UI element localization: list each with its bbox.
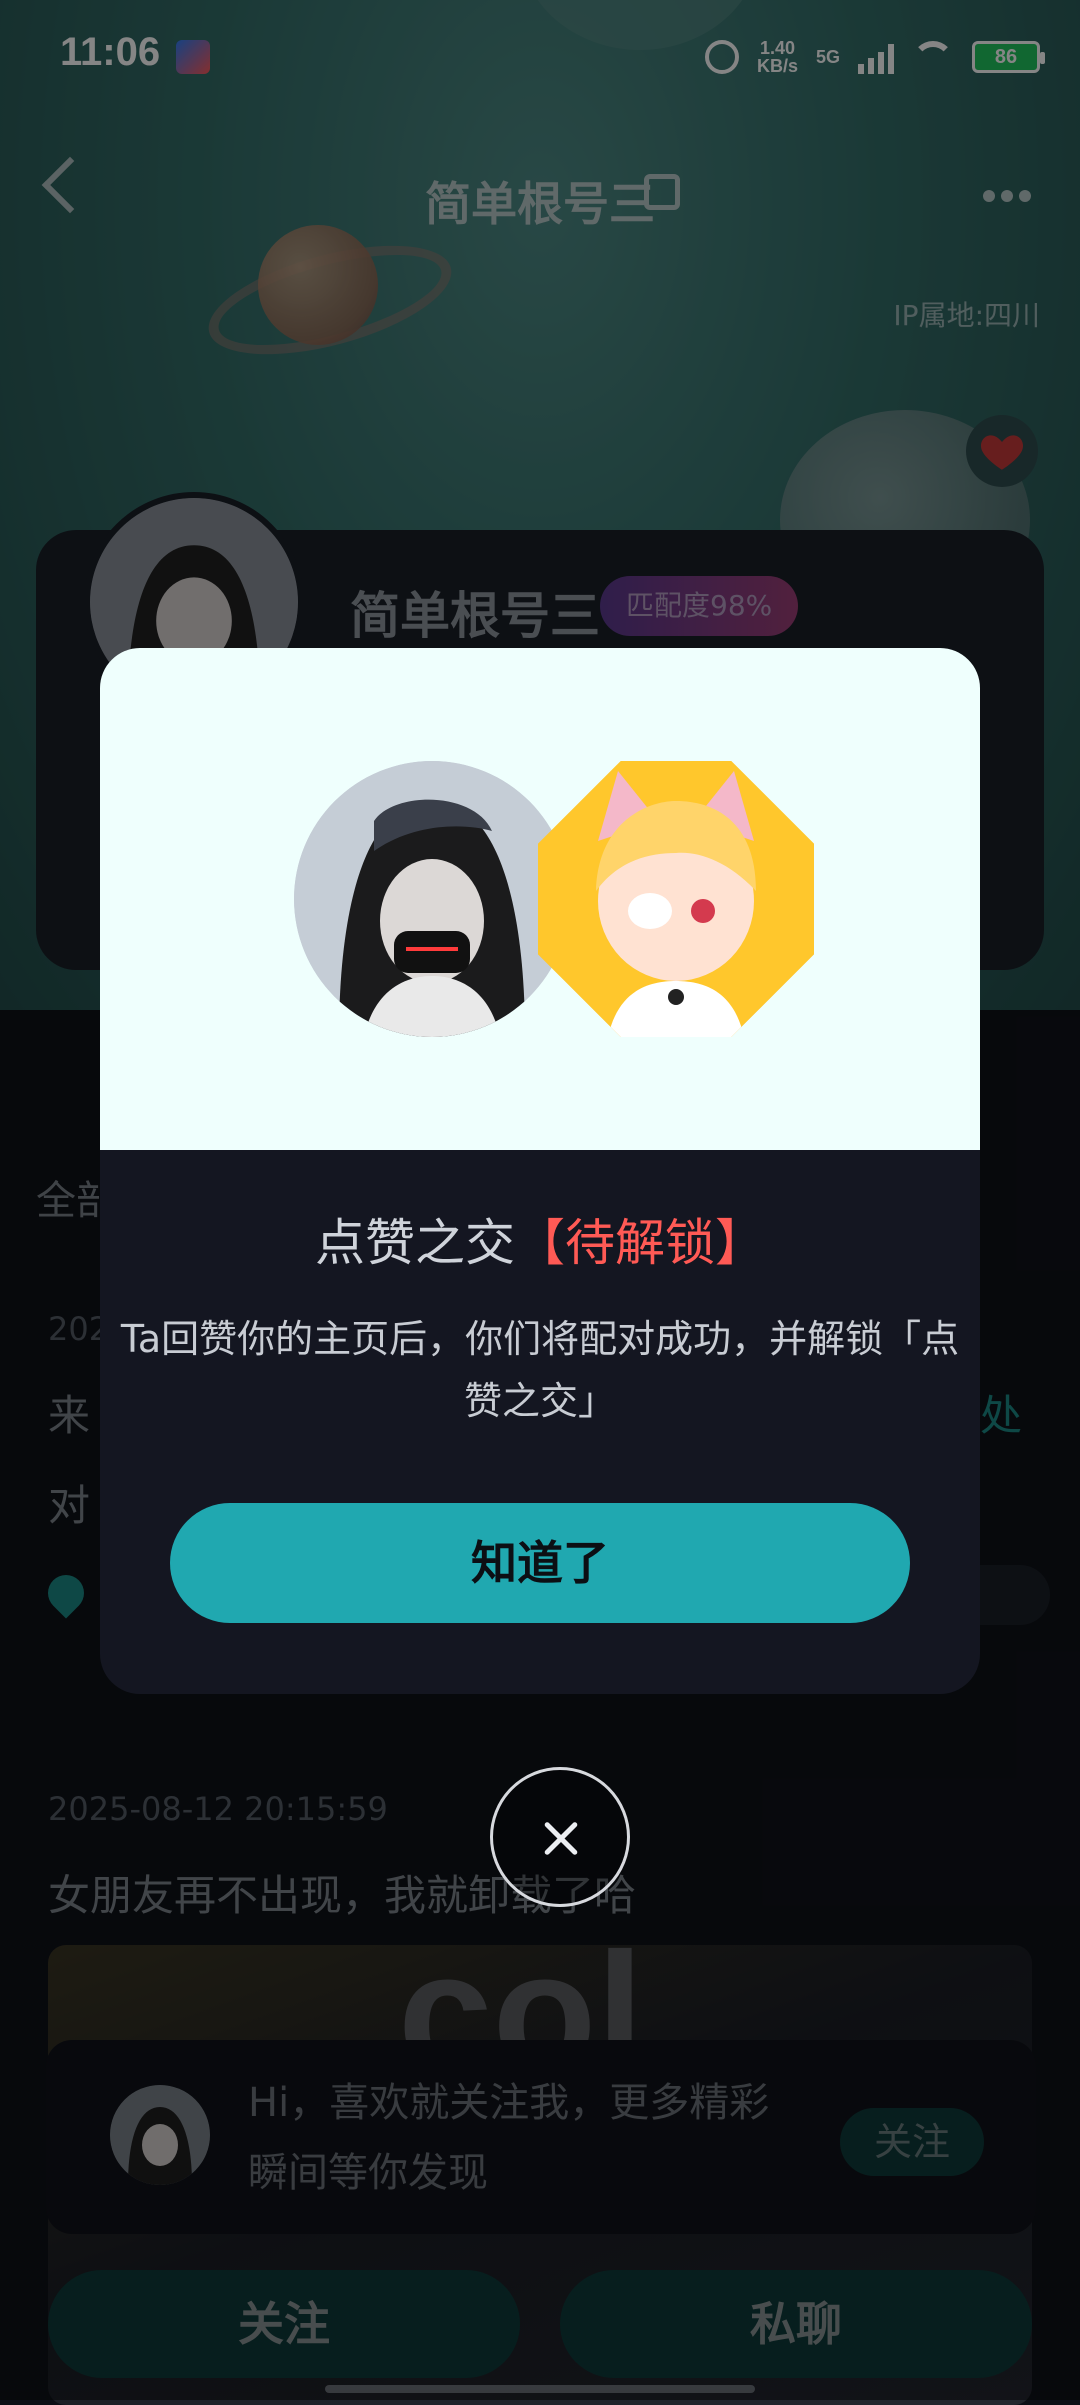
partner-avatar [538, 761, 814, 1037]
locked-status: 【待解锁】 [515, 1214, 765, 1272]
close-icon[interactable] [490, 1767, 630, 1907]
my-avatar [294, 761, 570, 1037]
dialog-description: Ta回赞你的主页后，你们将配对成功，并解锁「点赞之交」 [120, 1317, 960, 1423]
dialog-header [100, 648, 980, 1150]
got-it-button[interactable]: 知道了 [170, 1503, 910, 1623]
dialog-title: 点赞之交【待解锁】 [315, 1214, 765, 1272]
unlock-dialog: 点赞之交【待解锁】 Ta回赞你的主页后，你们将配对成功，并解锁「点赞之交」 知道… [100, 648, 980, 1694]
